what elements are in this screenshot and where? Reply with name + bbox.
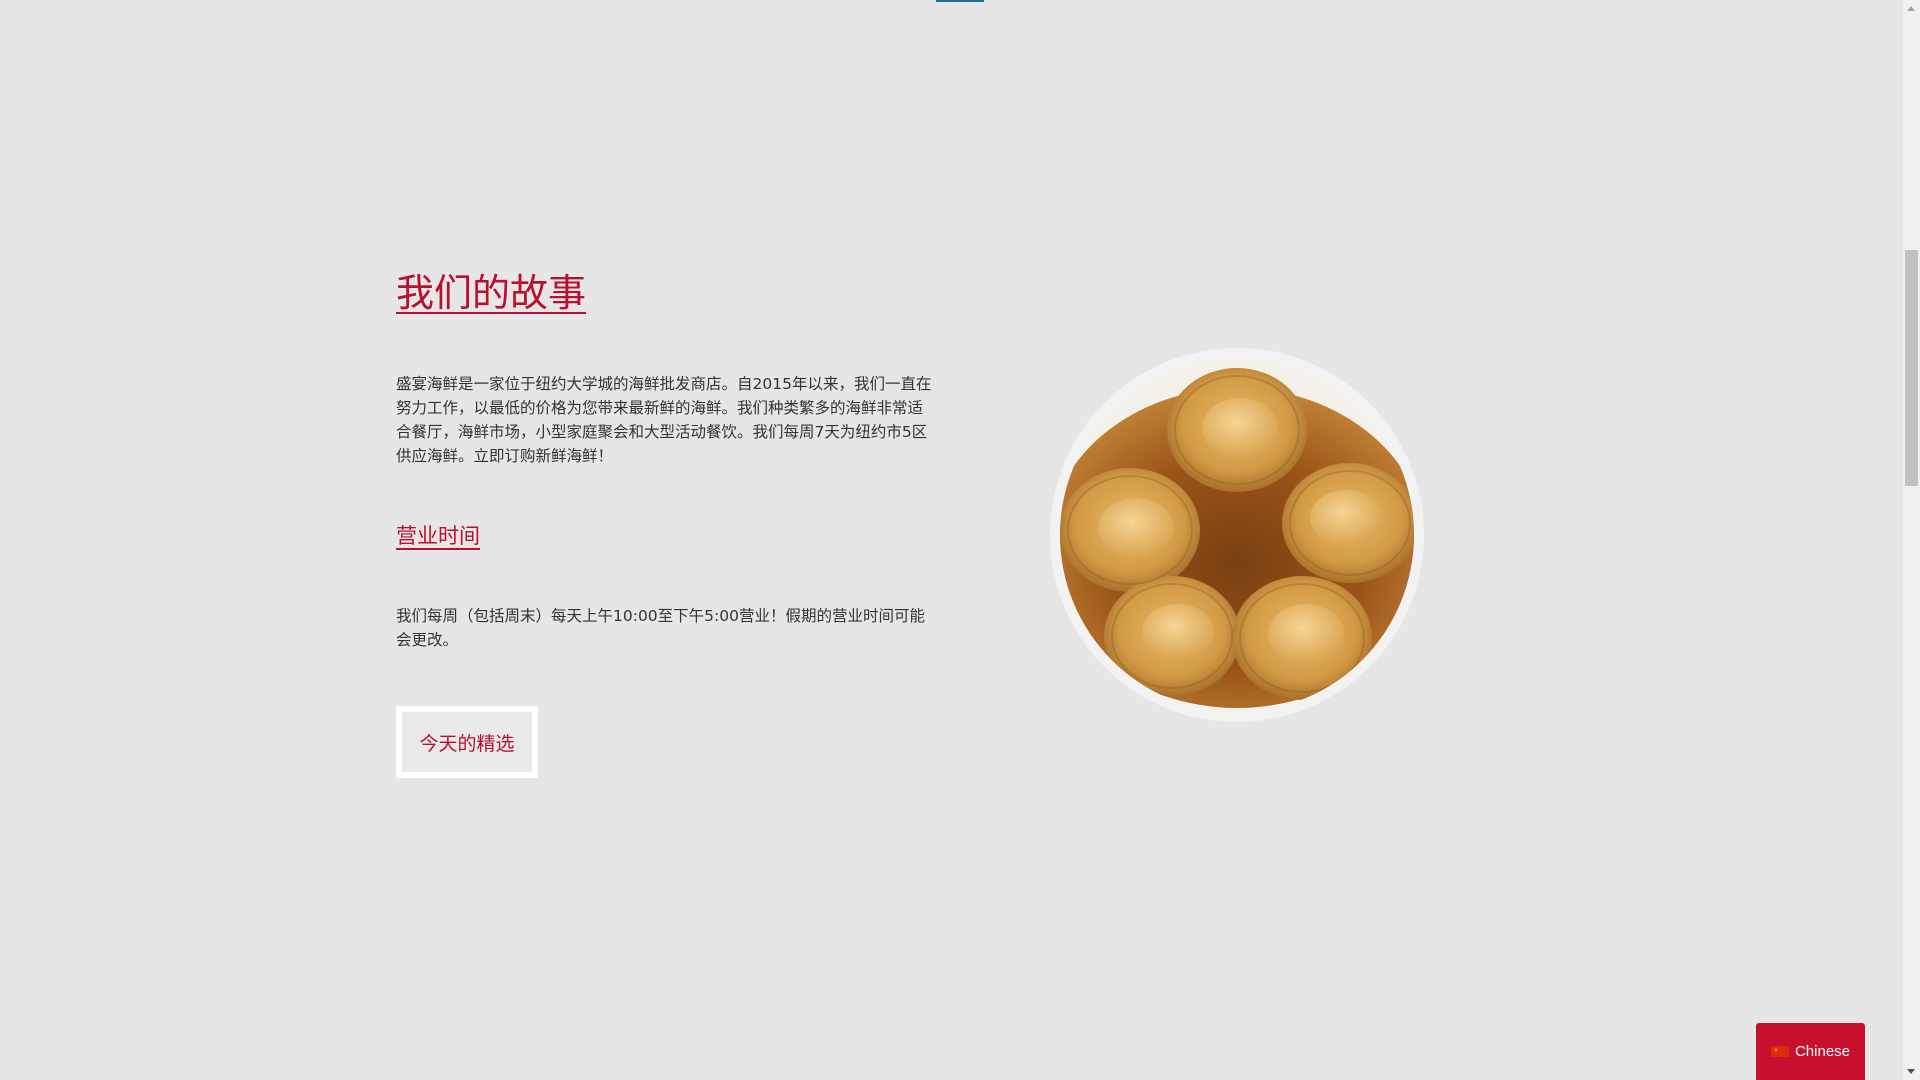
abalone-photo <box>1060 358 1414 712</box>
scroll-down-icon[interactable] <box>1907 1069 1915 1074</box>
top-nav-indicator <box>936 0 984 2</box>
scroll-up-icon[interactable] <box>1907 6 1915 11</box>
abalone-photo-frame <box>1050 348 1424 722</box>
scrollbar-thumb[interactable] <box>1905 250 1918 486</box>
hours-title[interactable]: 营业时间 <box>396 520 480 550</box>
china-flag-icon <box>1770 1046 1789 1057</box>
todays-picks-button-label: 今天的精选 <box>402 712 532 772</box>
language-switcher-button[interactable]: Chinese <box>1756 1023 1865 1080</box>
story-title[interactable]: 我们的故事 <box>396 271 586 316</box>
page: 我们的故事 盛宴海鲜是一家位于纽约大学城的海鲜批发商店。自2015年以来，我们一… <box>0 0 1920 1080</box>
story-text: 盛宴海鲜是一家位于纽约大学城的海鲜批发商店。自2015年以来，我们一直在努力工作… <box>396 375 932 465</box>
language-label: Chinese <box>1794 1043 1851 1060</box>
hours-text: 我们每周（包括周末）每天上午10:00至下午5:00营业！假期的营业时间可能会更… <box>396 607 925 649</box>
vertical-scrollbar[interactable] <box>1903 0 1920 1080</box>
todays-picks-button[interactable]: 今天的精选 <box>396 706 538 778</box>
